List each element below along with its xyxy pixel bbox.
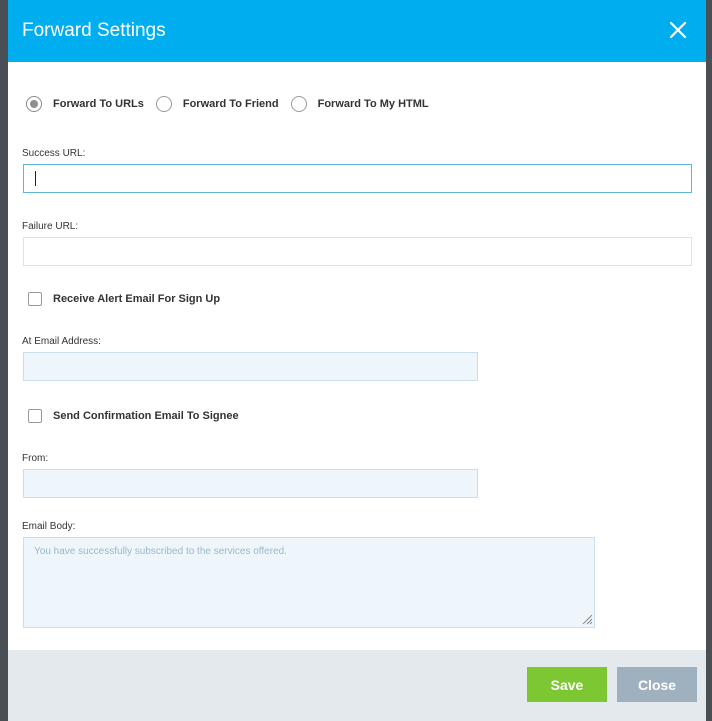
- dialog-header: Forward Settings: [8, 0, 706, 62]
- close-button[interactable]: Close: [617, 667, 697, 702]
- radio-label-my-html: Forward To My HTML: [317, 98, 429, 110]
- alert-email-checkbox[interactable]: [28, 292, 42, 306]
- success-url-input[interactable]: [23, 164, 692, 193]
- radio-forward-to-urls[interactable]: Forward To URLs: [26, 96, 144, 112]
- resize-grip-icon[interactable]: [581, 613, 593, 625]
- failure-url-label: Failure URL:: [22, 221, 79, 232]
- radio-forward-to-friend[interactable]: Forward To Friend: [155, 96, 279, 112]
- confirmation-email-checkbox-row[interactable]: Send Confirmation Email To Signee: [28, 409, 239, 423]
- email-body-textarea[interactable]: [23, 537, 595, 628]
- confirmation-email-label: Send Confirmation Email To Signee: [53, 410, 239, 422]
- radio-unchecked-icon[interactable]: [155, 96, 172, 112]
- forward-type-radio-group: Forward To URLs Forward To Friend Forwar…: [26, 96, 441, 112]
- forward-settings-dialog: Forward Settings Forward To URLs Forward…: [8, 0, 706, 721]
- failure-url-input[interactable]: [23, 237, 692, 266]
- radio-label-urls: Forward To URLs: [53, 98, 144, 110]
- email-body-label: Email Body:: [22, 521, 76, 532]
- at-email-input[interactable]: [23, 352, 478, 381]
- from-input[interactable]: [23, 469, 478, 498]
- alert-email-checkbox-row[interactable]: Receive Alert Email For Sign Up: [28, 292, 220, 306]
- radio-label-friend: Forward To Friend: [182, 98, 279, 110]
- from-label: From:: [22, 453, 49, 464]
- at-email-label: At Email Address:: [22, 336, 101, 347]
- close-icon[interactable]: [668, 20, 688, 40]
- text-caret: [35, 171, 36, 186]
- dialog-title: Forward Settings: [22, 20, 166, 41]
- confirmation-email-checkbox[interactable]: [28, 409, 42, 423]
- alert-email-label: Receive Alert Email For Sign Up: [53, 293, 221, 305]
- save-button[interactable]: Save: [527, 667, 607, 702]
- radio-forward-to-my-html[interactable]: Forward To My HTML: [290, 96, 429, 112]
- success-url-label: Success URL:: [22, 148, 86, 159]
- dialog-footer: Save Close: [8, 650, 706, 721]
- radio-checked-icon[interactable]: [26, 96, 42, 112]
- radio-unchecked-icon[interactable]: [290, 96, 307, 112]
